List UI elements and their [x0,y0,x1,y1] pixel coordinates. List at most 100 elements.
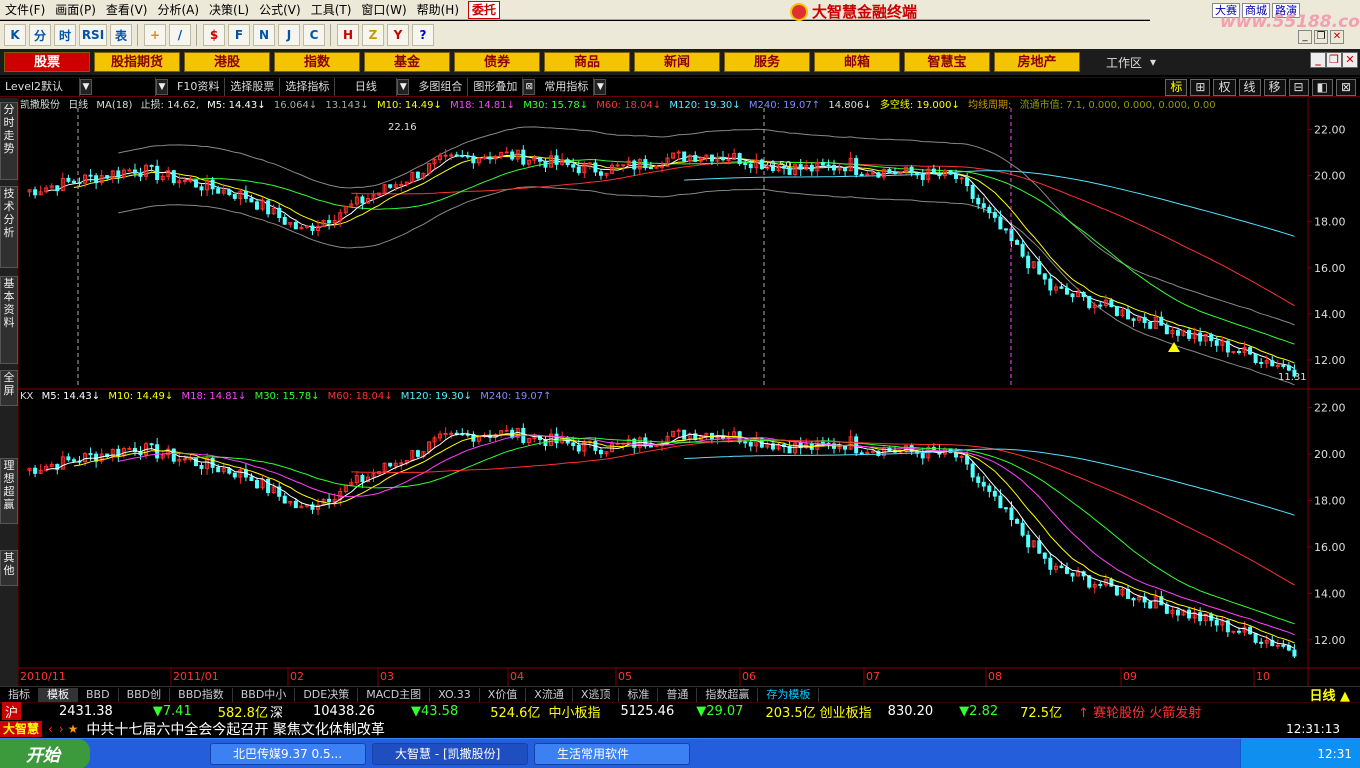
menu-analysis[interactable]: 分析(A) [152,1,204,19]
cat-index-futures[interactable]: 股指期货 [94,52,180,72]
kline-icon[interactable]: K [4,24,26,46]
tab-save-template[interactable]: 存为模板 [758,687,820,702]
table-icon[interactable]: 表 [110,24,132,46]
binocular-icon[interactable]: J [278,24,300,46]
menu-window[interactable]: 窗口(W) [356,1,411,19]
zoom-out-icon[interactable]: ⊟ [1288,79,1309,96]
menu-decision[interactable]: 决策(L) [204,1,254,19]
rsi-icon[interactable]: RSI [79,24,107,46]
blue-circle-icon[interactable]: ? [412,24,434,46]
menu-tools[interactable]: 工具(T) [306,1,357,19]
alarm-icon[interactable]: C [303,24,325,46]
tab-bbd-sme[interactable]: BBD中小 [233,687,296,702]
tab-bbd-chuang[interactable]: BBD创 [119,687,171,702]
cat-hk[interactable]: 港股 [184,52,270,72]
level2-select[interactable]: Level2默认 [0,78,80,96]
overlay-button[interactable]: 图形叠加 [468,78,524,96]
flag-icon[interactable]: F [228,24,250,46]
panel-close-icon[interactable]: ⊠ [1335,79,1356,96]
side-tab-technical[interactable]: 技术分析 [0,186,18,268]
cat-news[interactable]: 新闻 [634,52,720,72]
task-dazhihui[interactable]: 大智慧 - [凯撒股份] [372,742,528,765]
tab-indicator[interactable]: 指标 [0,687,39,702]
tab-standard[interactable]: 标准 [619,687,659,702]
blank-dropdown-icon[interactable]: ▼ [156,79,168,95]
menu-file[interactable]: 文件(F) [0,1,50,19]
line-button[interactable]: 线 [1238,79,1261,96]
split-icon[interactable]: ◧ [1311,79,1333,96]
tab-macd[interactable]: MACD主图 [358,687,431,702]
cat-bonds[interactable]: 债券 [454,52,540,72]
menu-formula[interactable]: 公式(V) [254,1,306,19]
cat-mail[interactable]: 邮箱 [814,52,900,72]
select-stock-button[interactable]: 选择股票 [225,78,281,96]
f10-button[interactable]: F10资料 [172,78,226,96]
rights-button[interactable]: 权 [1213,79,1236,96]
ruler-icon[interactable]: / [169,24,191,46]
tab-template[interactable]: 模板 [39,687,78,702]
start-button[interactable]: 开始 [0,738,90,768]
tab-xflow[interactable]: X流通 [526,687,573,702]
cat-commodities[interactable]: 商品 [544,52,630,72]
tab-bbd[interactable]: BBD [78,687,119,702]
news-prev-icon[interactable]: ‹ [48,722,53,736]
sub-restore-icon[interactable]: ❐ [1326,52,1342,68]
cat-realestate[interactable]: 房地产 [994,52,1080,72]
common-indicator-select[interactable]: 常用指标 [539,78,595,96]
order-icon[interactable]: H [337,24,359,46]
multi-chart-button[interactable]: 多图组合 [413,78,469,96]
tab-dde[interactable]: DDE决策 [295,687,359,702]
crosshair-icon[interactable]: + [144,24,166,46]
tab-xvalue[interactable]: X价值 [480,687,527,702]
menu-help[interactable]: 帮助(H) [412,1,464,19]
news-headline[interactable]: 中共十七届六中全会今起召开 聚焦文化体制改革 [86,719,384,739]
news-next-icon[interactable]: › [59,722,64,736]
menu-view-screen[interactable]: 画面(P) [50,1,101,19]
grid-icon[interactable]: ⊞ [1190,79,1211,96]
sub-close-icon[interactable]: ✕ [1342,52,1358,68]
menu-view[interactable]: 查看(V) [101,1,153,19]
dollar-icon[interactable]: $ [203,24,225,46]
workarea-dropdown-icon[interactable]: ▾ [1150,55,1156,69]
select-indicator-button[interactable]: 选择指标 [280,78,336,96]
cat-smart[interactable]: 智慧宝 [904,52,990,72]
side-tab-fundamental[interactable]: 基本资料 [0,276,18,364]
diamond-icon[interactable]: Z [362,24,384,46]
tab-xescape[interactable]: X逃顶 [573,687,620,702]
common-indicator-dropdown-icon[interactable]: ▼ [594,79,607,95]
side-tab-timeshare[interactable]: 分时走势 [0,102,18,180]
period-dropdown-icon[interactable]: ▼ [397,79,410,95]
side-tab-fullscreen[interactable]: 全屏 [0,370,18,406]
cat-index[interactable]: 指数 [274,52,360,72]
side-tab-ideal[interactable]: 理想超赢 [0,458,18,524]
task-beiba[interactable]: 北巴传媒9.37 0.5... [210,742,366,765]
side-tab-other[interactable]: 其他 [0,550,18,586]
level2-dropdown-icon[interactable]: ▼ [80,79,92,95]
blank-select[interactable]: ​ [96,78,156,96]
sub-minimize-icon[interactable]: _ [1310,52,1326,68]
tab-xo[interactable]: XO.33 [430,687,480,702]
move-button[interactable]: 移 [1263,79,1286,96]
lock-icon[interactable]: ⊠ [523,79,536,95]
workarea-button[interactable]: 工作区 [1106,54,1142,71]
fire-icon[interactable]: Y [387,24,409,46]
tab-bbd-index[interactable]: BBD指数 [170,687,233,702]
cat-stocks[interactable]: 股票 [4,52,90,72]
timeshare-icon[interactable]: 时 [54,24,76,46]
minimize-icon[interactable]: _ [1298,30,1312,44]
cat-services[interactable]: 服务 [724,52,810,72]
mark-button[interactable]: 标 [1165,79,1188,96]
minute-icon[interactable]: 分 [29,24,51,46]
stock-news-ticker[interactable]: ↑ 赛轮股份 火箭发射 [1078,702,1201,721]
cat-funds[interactable]: 基金 [364,52,450,72]
entrust-button[interactable]: 委托 [468,0,501,19]
tab-normal[interactable]: 普通 [658,687,698,702]
tab-index-super[interactable]: 指数超赢 [697,687,759,702]
period-select[interactable]: 日线 [335,78,398,96]
chart-area[interactable]: 22.16 20.50 11.31 22.00 22.00 20.00 20.00 18.00… [17,98,1360,686]
restore-icon[interactable]: ❐ [1314,30,1328,44]
web-banner[interactable]: 大赛 商城 路演 www.55188.com _ ❐ ✕ [1150,0,1360,50]
task-software[interactable]: 生活常用软件 [534,742,690,765]
close-icon[interactable]: ✕ [1330,30,1344,44]
news-icon[interactable]: N [253,24,275,46]
